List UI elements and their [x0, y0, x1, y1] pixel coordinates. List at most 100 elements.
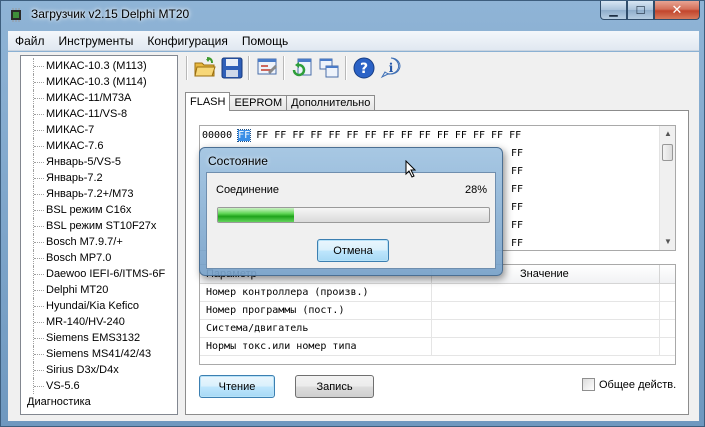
write-button[interactable]: Запись — [295, 375, 374, 398]
tree-item[interactable]: Hyundai/Kia Kefico — [21, 298, 177, 314]
scroll-up-icon[interactable]: ▲ — [660, 126, 675, 142]
table-row[interactable]: Нормы токс.или номер типа — [200, 338, 675, 356]
save-button[interactable] — [218, 55, 245, 81]
refresh-document-icon — [292, 58, 311, 77]
param-value — [432, 338, 660, 355]
progress-bar — [217, 207, 490, 223]
tree-item[interactable]: МИКАС-11/VS-8 — [21, 106, 177, 122]
windows-button[interactable] — [315, 55, 342, 81]
tab-eeprom[interactable]: EEPROM — [229, 95, 288, 111]
help-question-icon: ? — [353, 57, 374, 79]
tab-flash[interactable]: FLASH — [185, 92, 231, 111]
close-icon: ✕ — [671, 2, 683, 17]
tree-item[interactable]: BSL режим ST10F27x — [21, 218, 177, 234]
window-title: Загрузчик v2.15 Delphi MT20 — [31, 7, 190, 21]
status-label: Соединение — [216, 184, 280, 196]
toolbar: ? i — [183, 54, 697, 82]
info-icon: i — [380, 57, 400, 79]
menu-tools[interactable]: Инструменты — [52, 34, 141, 48]
tree-item[interactable]: МИКАС-10.3 (M113) — [21, 58, 177, 74]
settings-panel-icon — [257, 58, 277, 75]
progress-percent: 28% — [464, 184, 487, 196]
tree-item[interactable]: Bosch MP7.0 — [21, 250, 177, 266]
table-row[interactable]: Система/двигатель — [200, 320, 675, 338]
menu-file[interactable]: Файл — [8, 34, 52, 48]
maximize-icon: ☐ — [635, 4, 646, 17]
tree-item[interactable]: МИКАС-7 — [21, 122, 177, 138]
menu-help[interactable]: Помощь — [235, 34, 295, 48]
common-action-checkbox[interactable]: Общее действ. — [582, 378, 676, 391]
minimize-icon: ▁ — [609, 4, 618, 17]
hex-row: FF — [511, 164, 523, 179]
ecu-tree: МИКАС-10.3 (M113) МИКАС-10.3 (M114) МИКАС-… — [20, 55, 178, 415]
hex-bytes: FF — [511, 184, 524, 195]
tree-item[interactable]: Bosch M7.9.7/+ — [21, 234, 177, 250]
close-button[interactable]: ✕ — [654, 1, 700, 20]
param-name: Система/двигатель — [200, 320, 432, 337]
tree-item[interactable]: МИКАС-10.3 (M114) — [21, 74, 177, 90]
hex-row: 00000 FF FF FF FF FF FF FF FF FF FF FF F… — [202, 128, 521, 143]
svg-text:?: ? — [359, 61, 367, 77]
scroll-down-icon[interactable]: ▼ — [660, 234, 675, 250]
info-button[interactable]: i — [377, 55, 404, 81]
windows-icon — [319, 58, 338, 78]
table-row[interactable]: Номер контроллера (произв.) — [200, 284, 675, 302]
refresh-button[interactable] — [288, 55, 315, 81]
title-bar[interactable]: Загрузчик v2.15 Delphi MT20 ▁ ☐ ✕ — [1, 1, 704, 29]
tree-item[interactable]: Siemens MS41/42/43 — [21, 346, 177, 362]
tree-item[interactable]: Sirius D3x/D4x — [21, 362, 177, 378]
param-value — [432, 284, 660, 301]
hex-bytes: FF — [511, 202, 524, 213]
window-controls: ▁ ☐ ✕ — [600, 1, 700, 21]
tree-item[interactable]: Delphi MT20 — [21, 282, 177, 298]
hex-scrollbar[interactable]: ▲ ▼ — [659, 126, 675, 250]
scroll-thumb[interactable] — [662, 144, 673, 161]
hex-selected-byte[interactable]: FF — [237, 129, 252, 142]
hex-bytes: FF — [511, 220, 524, 231]
checkbox-box[interactable] — [582, 378, 595, 391]
chip-icon — [11, 8, 21, 22]
tree-item[interactable]: Daewoo IEFI-6/ITMS-6F — [21, 266, 177, 282]
checkbox-label: Общее действ. — [599, 378, 677, 391]
open-button[interactable] — [191, 55, 218, 81]
toolbar-separator — [248, 56, 250, 80]
tree-item[interactable]: Январь-7.2+/M73 — [21, 186, 177, 202]
tree-item[interactable]: MR-140/HV-240 — [21, 314, 177, 330]
tree-item[interactable]: VS-5.6 — [21, 378, 177, 394]
hex-row: FF — [511, 200, 523, 215]
toolbar-separator — [283, 56, 285, 80]
param-name: Номер контроллера (произв.) — [200, 284, 432, 301]
minimize-button[interactable]: ▁ — [600, 1, 627, 20]
maximize-button[interactable]: ☐ — [627, 1, 654, 20]
dialog-title: Состояние — [208, 154, 268, 168]
tree-item[interactable]: Январь-7.2 — [21, 170, 177, 186]
menu-config[interactable]: Конфигурация — [140, 34, 235, 48]
tab-additional[interactable]: Дополнительно — [286, 95, 376, 111]
tree-item[interactable]: Siemens EMS3132 — [21, 330, 177, 346]
toolbar-separator — [186, 56, 188, 80]
cancel-button[interactable]: Отмена — [317, 239, 389, 262]
tree-item[interactable]: Январь-5/VS-5 — [21, 154, 177, 170]
svg-text:i: i — [388, 61, 393, 75]
hex-row: FF — [511, 236, 523, 250]
floppy-disk-icon — [221, 57, 242, 79]
settings-button[interactable] — [253, 55, 280, 81]
hex-address: 00000 — [202, 130, 233, 141]
column-header-filler — [660, 265, 675, 283]
read-button[interactable]: Чтение — [199, 375, 275, 398]
ecu-tree-list: МИКАС-10.3 (M113) МИКАС-10.3 (M114) МИКАС-… — [21, 58, 177, 410]
help-button[interactable]: ? — [350, 55, 377, 81]
hex-row: FF — [511, 182, 523, 197]
status-dialog: Состояние Соединение 28% Отмена — [199, 147, 503, 276]
mouse-cursor-icon — [405, 160, 417, 178]
table-row[interactable]: Номер программы (пост.) — [200, 302, 675, 320]
tree-item[interactable]: BSL режим C16x — [21, 202, 177, 218]
tree-item[interactable]: МИКАС-11/M73A — [21, 90, 177, 106]
tree-item-diagnostics[interactable]: Диагностика — [21, 394, 177, 410]
tree-item[interactable]: МИКАС-7.6 — [21, 138, 177, 154]
param-name: Нормы токс.или номер типа — [200, 338, 432, 355]
hex-bytes: FF — [511, 166, 524, 177]
parameter-table: Параметр Значение Номер контроллера (про… — [199, 264, 676, 365]
hex-row: FF — [511, 146, 523, 161]
progress-fill — [218, 208, 294, 222]
